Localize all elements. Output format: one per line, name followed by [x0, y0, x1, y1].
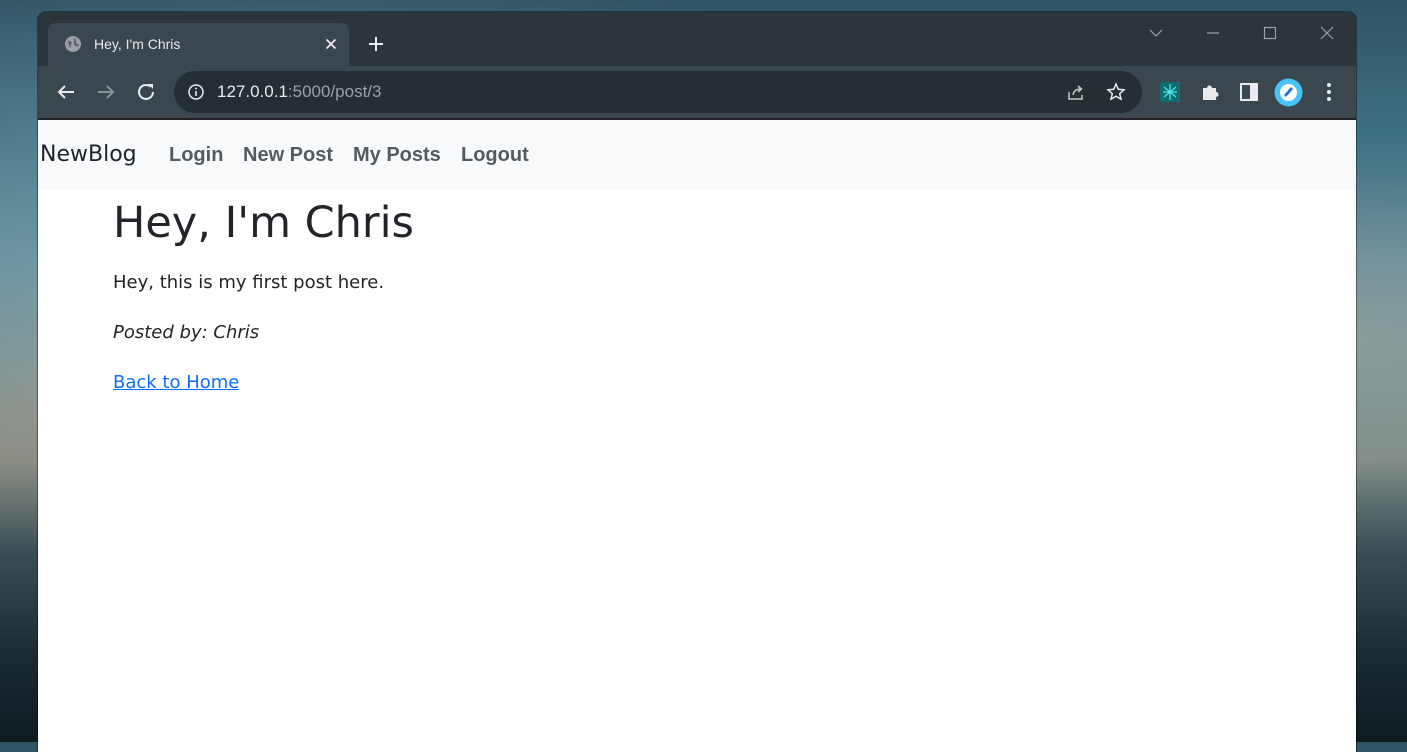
chevron-down-icon[interactable]: [1144, 22, 1168, 44]
url-path: :5000/post/3: [287, 82, 382, 101]
address-bar[interactable]: 127.0.0.1:5000/post/3: [174, 71, 1142, 113]
browser-window: Hey, I'm Chris 127.0.0.1:5000/post/3 New…: [38, 12, 1356, 752]
sidepanel-icon[interactable]: [1237, 80, 1261, 104]
close-icon[interactable]: [322, 35, 340, 53]
post-title: Hey, I'm Chris: [113, 198, 414, 248]
web-page: NewBlog Login New Post My Posts Logout H…: [38, 120, 1356, 752]
post-body: Hey, this is my first post here.: [113, 272, 385, 293]
url-host: 127.0.0.1: [217, 82, 288, 101]
url-text[interactable]: 127.0.0.1:5000/post/3: [217, 82, 381, 102]
browser-toolbar: 127.0.0.1:5000/post/3: [38, 66, 1356, 118]
back-arrow-icon[interactable]: [54, 80, 78, 104]
back-to-home-link[interactable]: Back to Home: [113, 372, 239, 393]
kebab-menu-icon[interactable]: [1317, 80, 1341, 104]
puzzle-icon[interactable]: [1198, 80, 1222, 104]
maximize-icon[interactable]: [1258, 22, 1282, 44]
minimize-icon[interactable]: [1201, 22, 1225, 44]
nav-new-post-link[interactable]: New Post: [243, 144, 333, 167]
close-window-icon[interactable]: [1315, 22, 1339, 44]
forward-arrow-icon[interactable]: [94, 80, 118, 104]
tab-strip: Hey, I'm Chris: [38, 12, 1356, 66]
brand-link[interactable]: NewBlog: [40, 142, 137, 167]
profile-avatar[interactable]: [1274, 78, 1303, 107]
brain-extension-icon[interactable]: [1158, 80, 1182, 104]
site-info-icon[interactable]: [187, 83, 205, 101]
tab-title: Hey, I'm Chris: [94, 36, 181, 52]
site-navbar: NewBlog Login New Post My Posts Logout: [38, 120, 1356, 190]
reload-icon[interactable]: [134, 80, 158, 104]
share-icon[interactable]: [1066, 82, 1086, 102]
nav-login-link[interactable]: Login: [169, 144, 223, 167]
globe-icon: [65, 36, 81, 52]
browser-tab[interactable]: Hey, I'm Chris: [48, 23, 349, 66]
nav-logout-link[interactable]: Logout: [461, 144, 529, 167]
bookmark-star-icon[interactable]: [1106, 82, 1126, 102]
plus-icon[interactable]: [364, 32, 388, 56]
post-author: Posted by: Chris: [113, 322, 260, 343]
nav-my-posts-link[interactable]: My Posts: [353, 144, 441, 167]
